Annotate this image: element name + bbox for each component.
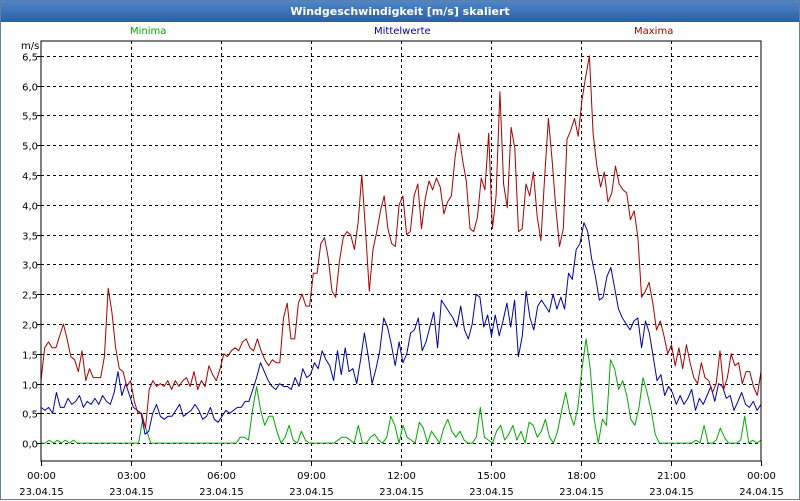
x-tick-label-time: 21:00: [657, 471, 686, 482]
x-tick-label-date: 23.04.15: [649, 487, 694, 498]
y-tick-label: 5,5: [22, 112, 38, 123]
x-tick-label-time: 15:00: [477, 471, 506, 482]
x-tick-label-time: 06:00: [207, 471, 236, 482]
y-tick-label: 4,5: [22, 172, 38, 183]
y-tick-label: 0,5: [22, 410, 38, 421]
x-tick-label-date: 23.04.15: [469, 487, 514, 498]
x-tick-label-time: 09:00: [297, 471, 326, 482]
x-tick-label-date: 23.04.15: [19, 487, 64, 498]
x-tick-label-time: 18:00: [567, 471, 596, 482]
y-tick-label: 1,5: [22, 351, 38, 362]
chart-window: Windgeschwindigkeit [m/s] skaliert Minim…: [0, 0, 800, 500]
x-tick-label-date: 24.04.15: [739, 487, 784, 498]
y-tick-label: 6,0: [22, 83, 38, 94]
x-tick-label-date: 23.04.15: [379, 487, 424, 498]
y-tick-label: 6,5: [22, 53, 38, 64]
x-tick-label-time: 03:00: [117, 471, 146, 482]
y-tick-label: 2,0: [22, 321, 38, 332]
x-tick-label-time: 00:00: [747, 471, 776, 482]
x-tick-label-date: 23.04.15: [289, 487, 334, 498]
x-tick-label-date: 23.04.15: [199, 487, 244, 498]
y-tick-label: 2,5: [22, 291, 38, 302]
x-tick-label-date: 23.04.15: [109, 487, 154, 498]
wind-speed-line-chart: 0,0 0,5 1,0 1,5 2,0 2,5 3,0 3,5 4,0 4,5 5,0 5,5 6,0 6…: [19, 40, 784, 498]
y-tick-label: 0,0: [22, 440, 38, 451]
x-tick-label-date: 23.04.15: [559, 487, 604, 498]
x-tick-label-time: 00:00: [27, 471, 56, 482]
y-tick-label: 4,0: [22, 202, 38, 213]
y-tick-label: 3,5: [22, 232, 38, 243]
y-tick-label: 3,0: [22, 261, 38, 272]
x-tick-label-time: 12:00: [387, 471, 416, 482]
y-tick-label: 5,0: [22, 142, 38, 153]
y-tick-label: 1,0: [22, 381, 38, 392]
